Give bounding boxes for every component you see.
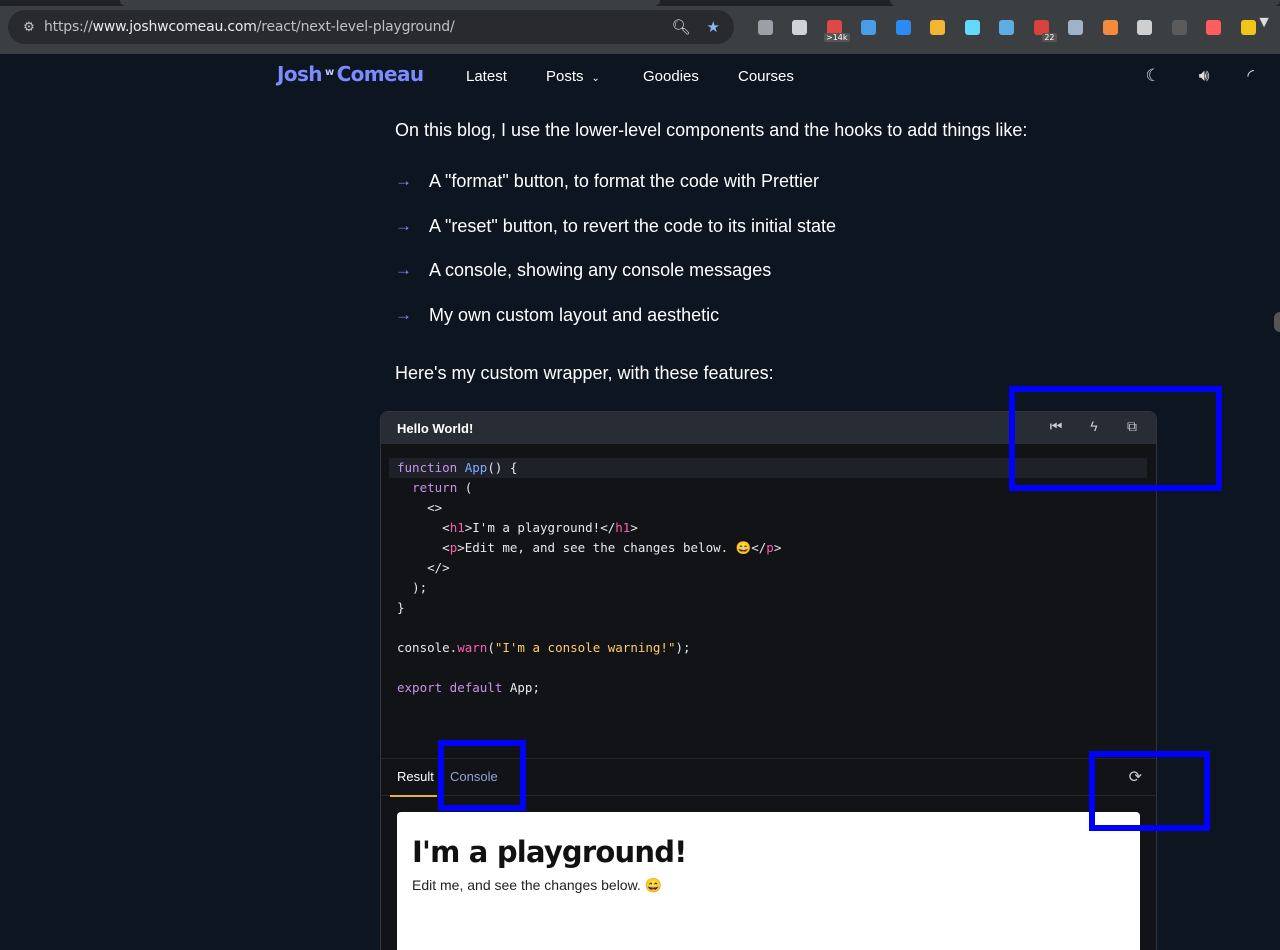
scrollbar-handle[interactable] [1274,312,1280,332]
trello-ext-icon-glyph [895,19,911,35]
feature-list: → A "format" button, to format the code w… [395,171,836,349]
arrow-right-icon: → [395,171,412,190]
list-item: → My own custom layout and aesthetic [395,305,836,350]
preview-text: Edit me, and see the changes below. 😄 [412,877,663,893]
wrapper-intro-paragraph: Here's my custom wrapper, with these fea… [395,363,774,383]
window-ext-icon-glyph [861,19,877,35]
code-line: } [397,600,405,615]
bug-ext-icon-glyph [1171,19,1187,35]
dark-mode-moon-icon[interactable]: ☾ [1145,66,1160,86]
mic-icon-glyph [757,19,773,35]
code-line: ); [412,580,428,595]
list-item-text: My own custom layout and aesthetic [429,304,720,325]
arrow-right-icon: → [395,304,412,324]
playground-title: Hello World! [397,420,474,436]
image-ext-icon-glyph [999,19,1015,35]
react-devtools-icon[interactable] [955,15,990,39]
site-settings-icon[interactable]: ⚙ [14,19,44,35]
active-tab-indicator [390,795,437,797]
camera-icon-glyph [792,19,808,35]
chevron-down-icon: ⌄ [591,73,600,84]
pencil-ext-icon-glyph [1240,19,1256,35]
site-header: Josh w Comeau Latest Posts ⌄ Goodies Course… [0,54,1280,100]
code-line: </> [427,560,450,575]
url-text[interactable]: https://www.joshwcomeau.com/react/next-l… [44,19,455,35]
cube-ext-icon[interactable] [1128,15,1163,39]
logo-text-josh: Josh [277,62,323,86]
trello-ext-icon[interactable] [886,15,921,39]
list-item-text: A console, showing any console messages [429,260,772,280]
rss-feed-icon[interactable]: ◜ [1247,66,1254,86]
arrow-right-icon: → [395,260,412,279]
window-ext-icon[interactable] [852,15,887,39]
bug-ext-icon[interactable] [1162,15,1197,39]
highlight-box-refresh [1089,751,1210,831]
address-bar[interactable]: ⚙ https://www.joshwcomeau.com/react/next… [8,10,734,44]
code-line: <> [427,500,443,515]
code-line: <p>Edit me, and see the changes below. 😄… [442,540,782,555]
list-item-text: A "format" button, to format the code wi… [429,171,819,191]
preview-heading: I'm a playground! [412,835,687,869]
list-item: → A "format" button, to format the code w… [395,171,836,216]
react-devtools-icon-glyph [964,19,980,35]
browser-toolbar: ⚙ https://www.joshwcomeau.com/react/next… [0,0,1280,54]
nav-courses[interactable]: Courses [738,68,794,85]
extensions-toolbar: >14k 22 [748,14,1266,42]
code-line: console.warn("I'm a console warning!"); [397,640,691,655]
code-line: export default App; [397,680,540,695]
active-tab-edge[interactable] [120,0,660,6]
intro-paragraph: On this blog, I use the lower-level comp… [395,120,1028,140]
calendar-ext-icon[interactable]: >14k [817,15,852,42]
list-item-text: A "reset" button, to revert the code to … [429,215,836,236]
extension-badge: 22 [1042,33,1057,42]
site-logo[interactable]: Josh w Comeau [277,62,424,86]
bookmark-star-icon[interactable]: ★ [707,18,720,36]
highlight-box-toolbar [1009,386,1222,491]
nav-goodies[interactable]: Goodies [643,68,738,85]
nav-posts-label: Posts [546,68,584,85]
glasses-ext-icon[interactable] [1059,15,1094,39]
code-playground: Hello World! ⏮ ϟ ⧉ function App() { retu… [380,411,1157,950]
code-line: <h1>I'm a playground!</h1> [442,520,638,535]
tab-strip [0,0,1280,6]
image-ext-icon[interactable] [990,15,1025,39]
sound-speaker-icon[interactable]: 🔊︎ [1199,66,1210,86]
result-preview: I'm a playground! Edit me, and see the c… [397,812,1140,950]
camera-icon[interactable] [783,15,818,39]
cube-ext-icon-glyph [1137,19,1153,35]
heart-ext-icon[interactable] [921,15,956,39]
zoom-icon[interactable]: 🔍︎ [672,18,691,36]
logo-text-comeau: Comeau [336,62,425,86]
glasses-ext-icon-glyph [1068,19,1084,35]
extension-badge: >14k [823,33,850,42]
highlight-box-console [438,740,526,811]
mic-icon[interactable] [748,15,783,39]
logo-mark: w [324,67,334,78]
list-item: → A "reset" button, to revert the code to… [395,216,836,261]
heart-ext-icon-glyph [930,19,946,35]
nav-latest[interactable]: Latest [466,68,546,85]
tab-result[interactable]: Result [397,769,434,784]
arrow-right-icon: → [395,215,412,235]
main-nav: Latest Posts ⌄ Goodies Courses [466,68,794,85]
code-editor[interactable]: function App() { return ( <> <h1>I'm a p… [389,458,1147,758]
list-item: → A console, showing any console messages [395,260,836,305]
red-ext-icon[interactable]: 22 [1024,15,1059,42]
flag-ext-icon[interactable] [1093,15,1128,39]
flag-ext-icon-glyph [1102,19,1118,35]
arrow-ext-icon-glyph [1206,19,1222,35]
arrow-ext-icon[interactable] [1197,15,1232,39]
nav-posts[interactable]: Posts ⌄ [546,68,643,85]
inactive-tab-edge[interactable] [890,0,1280,6]
browser-menu-icon[interactable]: ▼ [1256,14,1272,32]
